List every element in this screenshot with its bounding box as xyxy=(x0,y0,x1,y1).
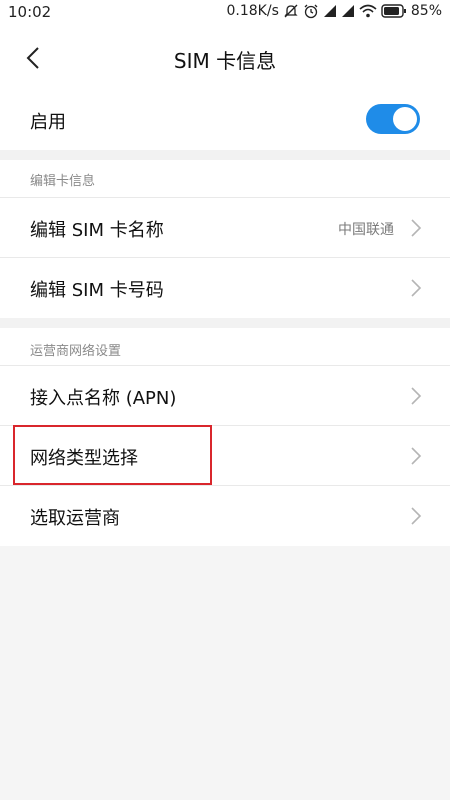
edit-sim-name-row[interactable]: 编辑 SIM 卡名称 中国联通 xyxy=(0,198,450,258)
signal-icon xyxy=(323,4,337,18)
status-icons: 0.18K/s 85% xyxy=(227,3,443,19)
signal-icon xyxy=(341,4,355,18)
section-header-network: 运营商网络设置 xyxy=(30,344,122,359)
network-type-label: 网络类型选择 xyxy=(30,448,138,469)
alarm-icon xyxy=(303,3,319,19)
carrier-name-value: 中国联通 xyxy=(338,222,394,238)
sim-card-info-screen: 10:02 0.18K/s 85% SIM 卡信息 启用 编辑卡信息 编辑 SI… xyxy=(0,0,450,800)
chevron-right-icon xyxy=(411,387,422,405)
chevron-right-icon xyxy=(411,279,422,297)
enable-row: 启用 xyxy=(0,90,450,150)
status-time: 10:02 xyxy=(8,3,52,21)
enable-card: 启用 xyxy=(0,90,450,150)
wifi-icon xyxy=(359,4,377,18)
battery-icon xyxy=(381,4,407,18)
select-carrier-label: 选取运营商 xyxy=(30,508,120,529)
network-settings-section: 运营商网络设置 接入点名称 (APN) 网络类型选择 选取运营商 xyxy=(0,328,450,546)
apn-label: 接入点名称 (APN) xyxy=(30,388,177,409)
status-bar: 10:02 0.18K/s 85% xyxy=(0,0,450,26)
edit-sim-number-row[interactable]: 编辑 SIM 卡号码 xyxy=(0,258,450,318)
enable-toggle[interactable] xyxy=(366,104,420,134)
enable-label: 启用 xyxy=(30,112,66,133)
mute-icon xyxy=(283,3,299,19)
network-speed: 0.18K/s xyxy=(226,3,279,19)
page-title: SIM 卡信息 xyxy=(173,49,277,73)
toggle-knob xyxy=(393,107,417,131)
edit-sim-name-label: 编辑 SIM 卡名称 xyxy=(30,220,164,241)
section-gap xyxy=(0,150,450,160)
chevron-right-icon xyxy=(411,447,422,465)
chevron-right-icon xyxy=(411,507,422,525)
title-bar: SIM 卡信息 xyxy=(0,26,450,90)
select-carrier-row[interactable]: 选取运营商 xyxy=(0,486,450,546)
chevron-right-icon xyxy=(411,219,422,237)
network-type-row[interactable]: 网络类型选择 xyxy=(0,426,450,486)
edit-card-section: 编辑卡信息 编辑 SIM 卡名称 中国联通 编辑 SIM 卡号码 xyxy=(0,160,450,318)
edit-sim-number-label: 编辑 SIM 卡号码 xyxy=(30,280,164,301)
section-header-edit: 编辑卡信息 xyxy=(30,174,96,189)
section-gap xyxy=(0,318,450,328)
battery-percent: 85% xyxy=(410,3,442,19)
apn-row[interactable]: 接入点名称 (APN) xyxy=(0,366,450,426)
